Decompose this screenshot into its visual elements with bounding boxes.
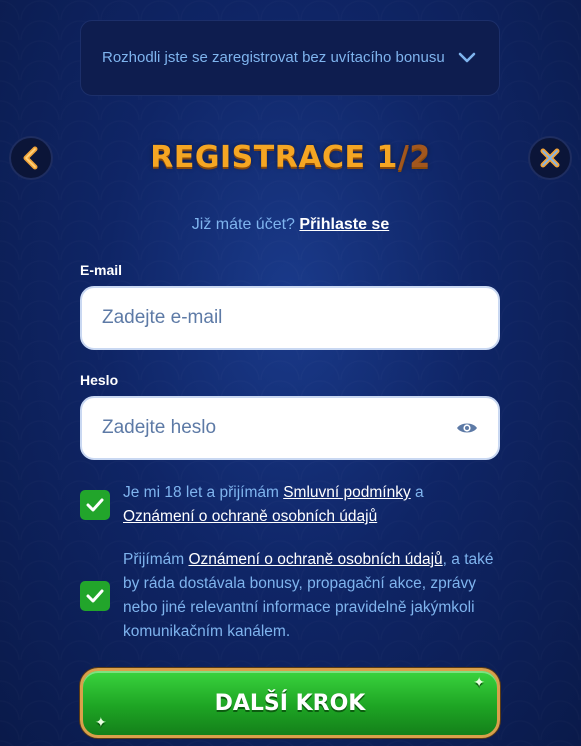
consent-terms-checkbox[interactable] bbox=[80, 490, 110, 520]
consent-marketing-text: Přijímám Oznámení o ochraně osobních úda… bbox=[123, 548, 500, 644]
consent-terms-text: Je mi 18 let a přijímám Smluvní podmínky… bbox=[123, 481, 424, 529]
password-field-container bbox=[80, 396, 500, 460]
email-label: E-mail bbox=[80, 262, 123, 278]
privacy-notice-link-marketing[interactable]: Oznámení o ochraně osobních údajů bbox=[188, 551, 442, 568]
email-field[interactable] bbox=[102, 307, 478, 329]
title-step-total: 2 bbox=[409, 140, 431, 175]
next-step-label: DALŠÍ KROK bbox=[214, 690, 366, 716]
checkmark-icon bbox=[86, 498, 104, 512]
login-link[interactable]: Přihlaste se bbox=[299, 216, 389, 233]
next-step-button[interactable]: DALŠÍ KROK ✦ ✦ bbox=[80, 668, 500, 738]
page-title: REGISTRACE 1/2 bbox=[0, 140, 581, 175]
email-field-container bbox=[80, 286, 500, 350]
chevron-down-icon bbox=[458, 52, 476, 63]
consent-terms-conjunction: a bbox=[410, 484, 424, 501]
bonus-selector[interactable]: Rozhodli jste se zaregistrovat bez uvíta… bbox=[80, 20, 500, 96]
consent-marketing-checkbox[interactable] bbox=[80, 581, 110, 611]
login-prompt: Již máte účet? Přihlaste se bbox=[0, 216, 581, 234]
sparkle-icon: ✦ bbox=[473, 675, 485, 691]
privacy-notice-link[interactable]: Oznámení o ochraně osobních údajů bbox=[123, 508, 377, 525]
login-prompt-text: Již máte účet? bbox=[191, 216, 295, 233]
consent-marketing: Přijímám Oznámení o ochraně osobních úda… bbox=[80, 548, 500, 644]
password-label: Heslo bbox=[80, 372, 119, 388]
eye-icon[interactable] bbox=[456, 421, 478, 435]
title-separator: / bbox=[397, 140, 410, 175]
terms-link[interactable]: Smluvní podmínky bbox=[283, 484, 411, 501]
bonus-selector-label: Rozhodli jste se zaregistrovat bez uvíta… bbox=[102, 49, 445, 66]
sparkle-icon: ✦ bbox=[95, 715, 107, 731]
checkmark-icon bbox=[86, 589, 104, 603]
consent-terms-prefix: Je mi 18 let a přijímám bbox=[123, 484, 284, 501]
consent-marketing-prefix: Přijímám bbox=[123, 551, 189, 568]
password-field[interactable] bbox=[102, 417, 456, 439]
title-main: REGISTRACE 1 bbox=[150, 140, 398, 175]
consent-terms: Je mi 18 let a přijímám Smluvní podmínky… bbox=[80, 481, 500, 529]
